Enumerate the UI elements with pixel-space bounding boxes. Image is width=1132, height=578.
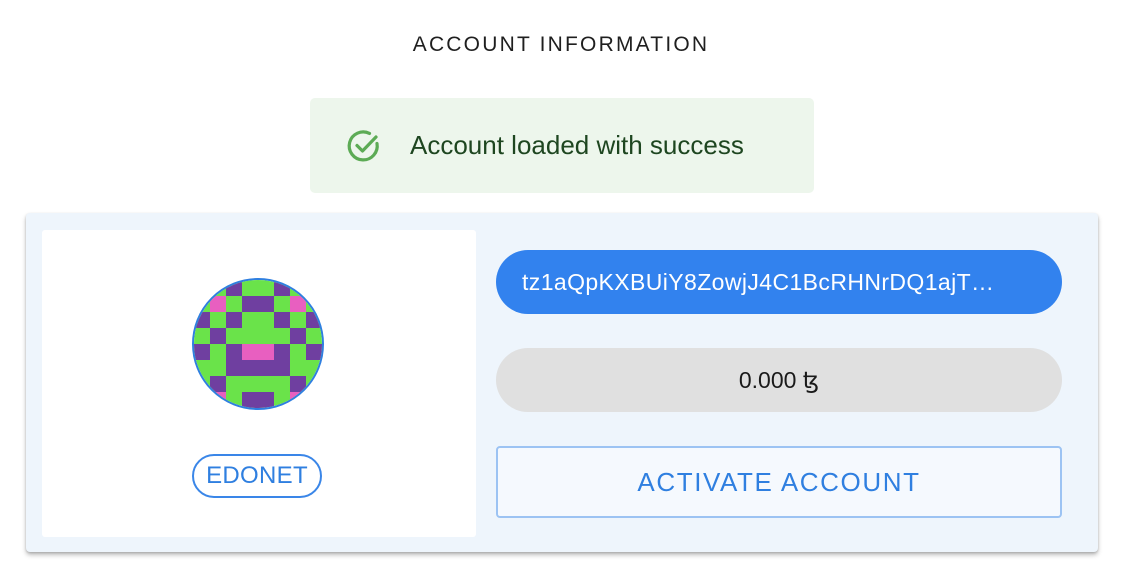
activate-account-button[interactable]: ACTIVATE ACCOUNT (496, 446, 1062, 518)
identity-panel: EDONET (42, 230, 476, 537)
network-badge: EDONET (192, 454, 322, 498)
check-circle-icon (344, 126, 384, 166)
address-chip[interactable]: tz1aQpKXBUiY8ZowjJ4C1BcRHNrDQ1ajT… (496, 250, 1062, 314)
balance-chip: 0.000 ꜩ (496, 348, 1062, 412)
account-card: EDONET tz1aQpKXBUiY8ZowjJ4C1BcRHNrDQ1ajT… (26, 213, 1098, 552)
identicon-image (194, 280, 322, 408)
alert-message: Account loaded with success (410, 130, 744, 160)
avatar (192, 278, 324, 410)
page-title: ACCOUNT INFORMATION (412, 33, 710, 56)
success-alert: Account loaded with success (310, 98, 814, 193)
address-text: tz1aQpKXBUiY8ZowjJ4C1BcRHNrDQ1ajT… (522, 268, 995, 295)
